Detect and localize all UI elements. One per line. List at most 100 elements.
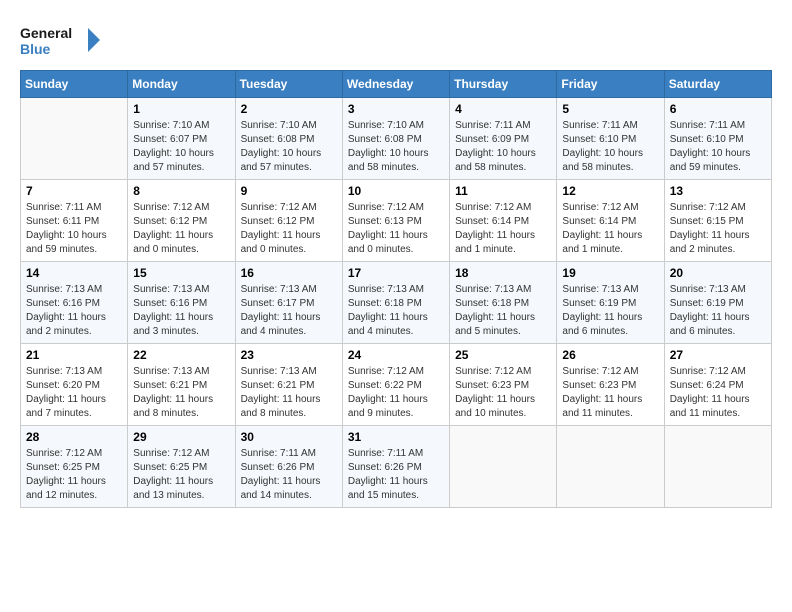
calendar-week-row: 14 Sunrise: 7:13 AMSunset: 6:16 PMDayligh… (21, 262, 772, 344)
day-number: 4 (455, 102, 551, 116)
day-number: 16 (241, 266, 337, 280)
calendar-cell: 30 Sunrise: 7:11 AMSunset: 6:26 PMDayligh… (235, 426, 342, 508)
day-info: Sunrise: 7:13 AMSunset: 6:20 PMDaylight:… (26, 365, 122, 421)
calendar-cell: 29 Sunrise: 7:12 AMSunset: 6:25 PMDayligh… (128, 426, 235, 508)
page-header: General Blue (20, 20, 772, 60)
day-info: Sunrise: 7:11 AMSunset: 6:10 PMDaylight:… (562, 119, 658, 175)
day-number: 15 (133, 266, 229, 280)
day-number: 5 (562, 102, 658, 116)
day-number: 28 (26, 430, 122, 444)
calendar-cell: 21Sunrise: 7:13 AMSunset: 6:20 PMDayligh… (21, 344, 128, 426)
weekday-header: Sunday (21, 71, 128, 98)
day-number: 26 (562, 348, 658, 362)
day-info: Sunrise: 7:13 AMSunset: 6:16 PMDaylight:… (26, 283, 122, 339)
day-info: Sunrise: 7:13 AMSunset: 6:16 PMDaylight:… (133, 283, 229, 339)
day-info: Sunrise: 7:13 AMSunset: 6:17 PMDaylight:… (241, 283, 337, 339)
day-info: Sunrise: 7:12 AMSunset: 6:22 PMDaylight:… (348, 365, 444, 421)
calendar-cell: 27 Sunrise: 7:12 AMSunset: 6:24 PMDayligh… (664, 344, 771, 426)
calendar-cell (21, 98, 128, 180)
logo-svg: General Blue (20, 20, 100, 60)
calendar-cell: 3 Sunrise: 7:10 AMSunset: 6:08 PMDaylight… (342, 98, 449, 180)
day-info: Sunrise: 7:12 AMSunset: 6:15 PMDaylight:… (670, 201, 766, 257)
calendar-cell: 1Sunrise: 7:10 AMSunset: 6:07 PMDaylight… (128, 98, 235, 180)
day-info: Sunrise: 7:12 AMSunset: 6:25 PMDaylight:… (133, 447, 229, 503)
calendar-cell: 8 Sunrise: 7:12 AMSunset: 6:12 PMDaylight… (128, 180, 235, 262)
day-info: Sunrise: 7:13 AMSunset: 6:18 PMDaylight:… (348, 283, 444, 339)
calendar-cell: 20 Sunrise: 7:13 AMSunset: 6:19 PMDayligh… (664, 262, 771, 344)
day-number: 19 (562, 266, 658, 280)
calendar-cell: 9 Sunrise: 7:12 AMSunset: 6:12 PMDaylight… (235, 180, 342, 262)
calendar-cell: 16 Sunrise: 7:13 AMSunset: 6:17 PMDayligh… (235, 262, 342, 344)
day-number: 27 (670, 348, 766, 362)
day-info: Sunrise: 7:13 AMSunset: 6:19 PMDaylight:… (562, 283, 658, 339)
calendar-cell: 11Sunrise: 7:12 AMSunset: 6:14 PMDayligh… (450, 180, 557, 262)
weekday-header: Thursday (450, 71, 557, 98)
day-number: 17 (348, 266, 444, 280)
day-number: 30 (241, 430, 337, 444)
calendar-cell: 7 Sunrise: 7:11 AMSunset: 6:11 PMDaylight… (21, 180, 128, 262)
calendar-cell (450, 426, 557, 508)
day-info: Sunrise: 7:12 AMSunset: 6:24 PMDaylight:… (670, 365, 766, 421)
svg-text:Blue: Blue (20, 41, 51, 57)
day-number: 7 (26, 184, 122, 198)
day-number: 13 (670, 184, 766, 198)
day-info: Sunrise: 7:12 AMSunset: 6:14 PMDaylight:… (455, 201, 551, 257)
calendar-cell: 24 Sunrise: 7:12 AMSunset: 6:22 PMDayligh… (342, 344, 449, 426)
calendar-week-row: 1Sunrise: 7:10 AMSunset: 6:07 PMDaylight… (21, 98, 772, 180)
day-info: Sunrise: 7:13 AMSunset: 6:21 PMDaylight:… (241, 365, 337, 421)
day-info: Sunrise: 7:11 AMSunset: 6:11 PMDaylight:… (26, 201, 122, 257)
weekday-header: Tuesday (235, 71, 342, 98)
day-number: 12 (562, 184, 658, 198)
day-number: 2 (241, 102, 337, 116)
day-number: 20 (670, 266, 766, 280)
calendar-cell: 31 Sunrise: 7:11 AMSunset: 6:26 PMDayligh… (342, 426, 449, 508)
day-number: 29 (133, 430, 229, 444)
calendar-cell: 13 Sunrise: 7:12 AMSunset: 6:15 PMDayligh… (664, 180, 771, 262)
day-info: Sunrise: 7:12 AMSunset: 6:12 PMDaylight:… (133, 201, 229, 257)
day-number: 9 (241, 184, 337, 198)
calendar-cell: 18Sunrise: 7:13 AMSunset: 6:18 PMDayligh… (450, 262, 557, 344)
day-info: Sunrise: 7:13 AMSunset: 6:19 PMDaylight:… (670, 283, 766, 339)
weekday-header: Friday (557, 71, 664, 98)
day-number: 22 (133, 348, 229, 362)
calendar-cell: 5 Sunrise: 7:11 AMSunset: 6:10 PMDaylight… (557, 98, 664, 180)
calendar-week-row: 7 Sunrise: 7:11 AMSunset: 6:11 PMDaylight… (21, 180, 772, 262)
day-info: Sunrise: 7:10 AMSunset: 6:08 PMDaylight:… (241, 119, 337, 175)
day-number: 24 (348, 348, 444, 362)
calendar-cell: 28Sunrise: 7:12 AMSunset: 6:25 PMDayligh… (21, 426, 128, 508)
day-number: 31 (348, 430, 444, 444)
day-info: Sunrise: 7:12 AMSunset: 6:13 PMDaylight:… (348, 201, 444, 257)
calendar-cell: 19 Sunrise: 7:13 AMSunset: 6:19 PMDayligh… (557, 262, 664, 344)
weekday-header: Wednesday (342, 71, 449, 98)
calendar-cell (664, 426, 771, 508)
day-number: 8 (133, 184, 229, 198)
calendar-table: SundayMondayTuesdayWednesdayThursdayFrid… (20, 70, 772, 508)
logo: General Blue (20, 20, 100, 60)
day-info: Sunrise: 7:12 AMSunset: 6:14 PMDaylight:… (562, 201, 658, 257)
day-number: 1 (133, 102, 229, 116)
calendar-cell (557, 426, 664, 508)
day-number: 10 (348, 184, 444, 198)
day-info: Sunrise: 7:11 AMSunset: 6:09 PMDaylight:… (455, 119, 551, 175)
day-info: Sunrise: 7:10 AMSunset: 6:08 PMDaylight:… (348, 119, 444, 175)
weekday-header: Saturday (664, 71, 771, 98)
day-number: 23 (241, 348, 337, 362)
day-info: Sunrise: 7:12 AMSunset: 6:23 PMDaylight:… (455, 365, 551, 421)
calendar-cell: 17 Sunrise: 7:13 AMSunset: 6:18 PMDayligh… (342, 262, 449, 344)
calendar-cell: 23 Sunrise: 7:13 AMSunset: 6:21 PMDayligh… (235, 344, 342, 426)
day-number: 25 (455, 348, 551, 362)
calendar-cell: 15 Sunrise: 7:13 AMSunset: 6:16 PMDayligh… (128, 262, 235, 344)
calendar-cell: 14 Sunrise: 7:13 AMSunset: 6:16 PMDayligh… (21, 262, 128, 344)
calendar-cell: 25 Sunrise: 7:12 AMSunset: 6:23 PMDayligh… (450, 344, 557, 426)
day-number: 3 (348, 102, 444, 116)
calendar-week-row: 21Sunrise: 7:13 AMSunset: 6:20 PMDayligh… (21, 344, 772, 426)
day-info: Sunrise: 7:12 AMSunset: 6:12 PMDaylight:… (241, 201, 337, 257)
day-number: 14 (26, 266, 122, 280)
day-number: 18 (455, 266, 551, 280)
day-info: Sunrise: 7:11 AMSunset: 6:26 PMDaylight:… (348, 447, 444, 503)
calendar-cell: 4 Sunrise: 7:11 AMSunset: 6:09 PMDaylight… (450, 98, 557, 180)
calendar-cell: 2 Sunrise: 7:10 AMSunset: 6:08 PMDaylight… (235, 98, 342, 180)
calendar-cell: 26Sunrise: 7:12 AMSunset: 6:23 PMDayligh… (557, 344, 664, 426)
calendar-cell: 22Sunrise: 7:13 AMSunset: 6:21 PMDayligh… (128, 344, 235, 426)
day-info: Sunrise: 7:11 AMSunset: 6:26 PMDaylight:… (241, 447, 337, 503)
